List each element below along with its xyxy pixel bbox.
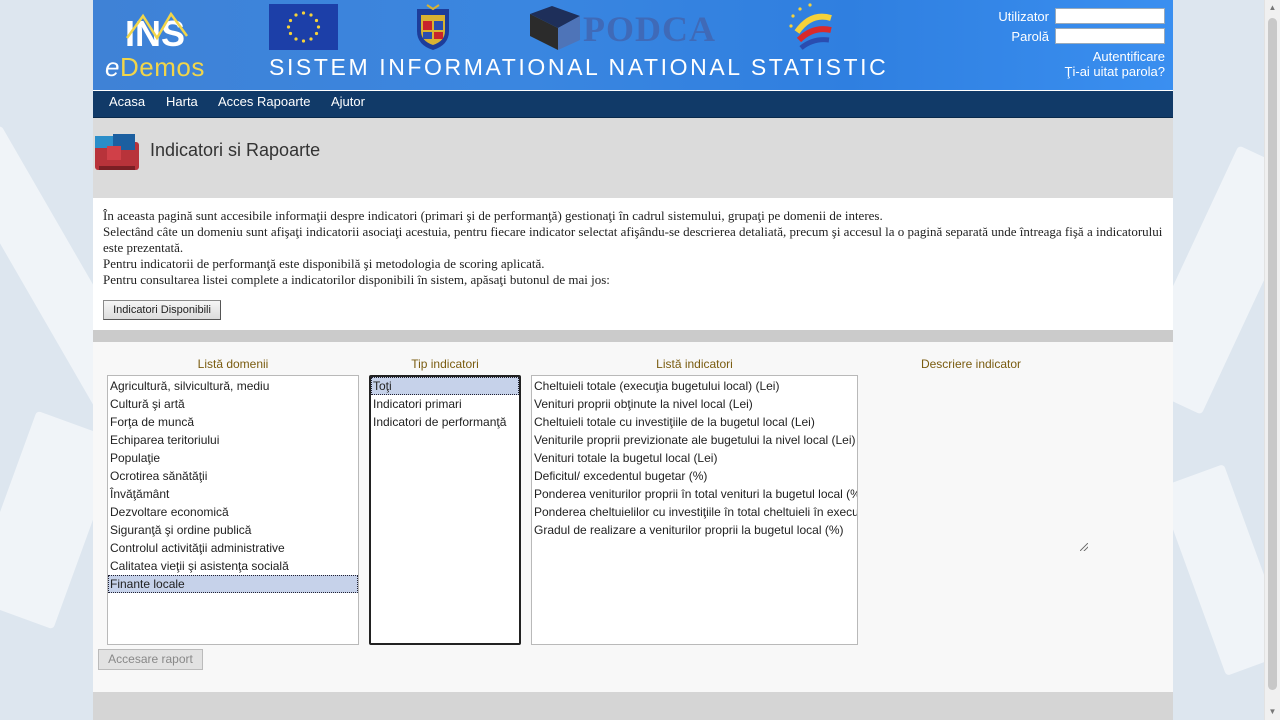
page-title-bar: Indicatori si Rapoarte [93,118,1173,198]
indicator-option[interactable]: Cheltuieli totale cu investiţiile de la … [532,413,857,431]
nav-item-ajutor[interactable]: Ajutor [331,94,365,109]
romania-logo-icon [789,3,832,50]
main-nav: Acasa Harta Acces Rapoarte Ajutor [93,91,1173,118]
domain-option[interactable]: Echiparea teritoriului [108,431,358,449]
domain-option-selected[interactable]: Finante locale [108,575,358,593]
coat-of-arms-icon [417,4,449,50]
page-scrollbar[interactable]: ▲ ▼ [1264,0,1280,720]
scrollbar-thumb[interactable] [1268,18,1277,690]
types-listbox[interactable]: Toţi Indicatori primari Indicatori de pe… [369,375,521,645]
forgot-password-link[interactable]: Ţi-ai uitat parola? [1065,64,1165,79]
podca-text: PODCA [583,9,716,49]
indicator-option[interactable]: Gradul de realizare a veniturilor propri… [532,521,857,539]
edemos-logo: eDemos [105,52,205,82]
intro-paragraph: Pentru consultarea listei complete a ind… [103,272,610,287]
nav-item-harta[interactable]: Harta [166,94,198,109]
type-option[interactable]: Indicatori primari [371,395,519,413]
indicators-panel: Listă domenii Tip indicatori Listă indic… [93,342,1173,692]
domain-option[interactable]: Învăţământ [108,485,358,503]
domain-option[interactable]: Agricultură, silvicultură, mediu [108,377,358,395]
indicator-option[interactable]: Ponderea veniturilor proprii în total ve… [532,485,857,503]
indicator-option[interactable]: Venituri proprii obţinute la nivel local… [532,395,857,413]
indicators-header: Listă indicatori [656,357,733,371]
indicator-description-textarea[interactable] [873,375,1088,551]
ins-logo-icon: INS [125,11,189,52]
nav-item-acces-rapoarte[interactable]: Acces Rapoarte [218,94,311,109]
domains-header: Listă domenii [197,357,269,371]
description-header: Descriere indicator [920,357,1022,371]
login-link[interactable]: Autentificare [1093,49,1165,64]
section-divider [93,330,1173,342]
domain-option[interactable]: Controlul activităţii administrative [108,539,358,557]
type-option[interactable]: Indicatori de performanţă [371,413,519,431]
intro-text: În aceasta pagină sunt accesibile inform… [103,208,1168,288]
username-input[interactable] [1055,8,1165,24]
indicators-listbox[interactable]: Cheltuieli totale (execuţia bugetului lo… [531,375,858,645]
password-row: Parolă [865,28,1165,46]
domain-option[interactable]: Calitatea vieţii şi asistenţa socială [108,557,358,575]
indicator-option[interactable]: Venituri totale la bugetul local (Lei) [532,449,857,467]
domain-option[interactable]: Siguranţă şi ordine publică [108,521,358,539]
type-option-selected[interactable]: Toţi [371,377,519,395]
system-title: SISTEM INFORMATIONAL NATIONAL STATISTIC [269,54,889,80]
reports-icon [95,134,139,170]
site-header: INS eDemos PODCA SISTEM INFORMATIONAL NA… [93,0,1173,90]
indicator-option[interactable]: Deficitul/ excedentul bugetar (%) [532,467,857,485]
intro-paragraph: Pentru indicatorii de performanţă este d… [103,256,545,271]
available-indicators-button[interactable]: Indicatori Disponibili [103,300,221,320]
page-container: INS eDemos PODCA SISTEM INFORMATIONAL NA… [93,0,1173,720]
domain-option[interactable]: Dezvoltare economică [108,503,358,521]
domain-option[interactable]: Forţa de muncă [108,413,358,431]
page-footer [93,692,1173,720]
domain-option[interactable]: Cultură şi artă [108,395,358,413]
scroll-up-icon[interactable]: ▲ [1265,0,1280,16]
indicator-option[interactable]: Cheltuieli totale (execuţia bugetului lo… [532,377,857,395]
password-input[interactable] [1055,28,1165,44]
background-shape [1157,464,1280,676]
password-label: Parolă [1011,29,1049,44]
types-header: Tip indicatori [411,357,479,371]
scroll-down-icon[interactable]: ▼ [1265,704,1280,720]
intro-paragraph: Selectând câte un domeniu sunt afişaţi i… [103,224,1163,255]
domain-option[interactable]: Ocrotirea sănătăţii [108,467,358,485]
nav-item-acasa[interactable]: Acasa [109,94,145,109]
intro-paragraph: În aceasta pagină sunt accesibile inform… [103,208,883,223]
access-report-button[interactable]: Accesare raport [98,649,203,670]
indicator-option[interactable]: Ponderea cheltuielilor cu investiţiile î… [532,503,857,521]
indicator-option[interactable]: Veniturile proprii previzionate ale buge… [532,431,857,449]
domains-listbox[interactable]: Agricultură, silvicultură, mediu Cultură… [107,375,359,645]
domain-option[interactable]: Populaţie [108,449,358,467]
resize-handle-icon[interactable] [1080,543,1088,551]
username-row: Utilizator [865,8,1165,26]
eu-flag-icon [269,4,338,50]
username-label: Utilizator [998,9,1049,24]
page-title: Indicatori si Rapoarte [150,140,321,160]
